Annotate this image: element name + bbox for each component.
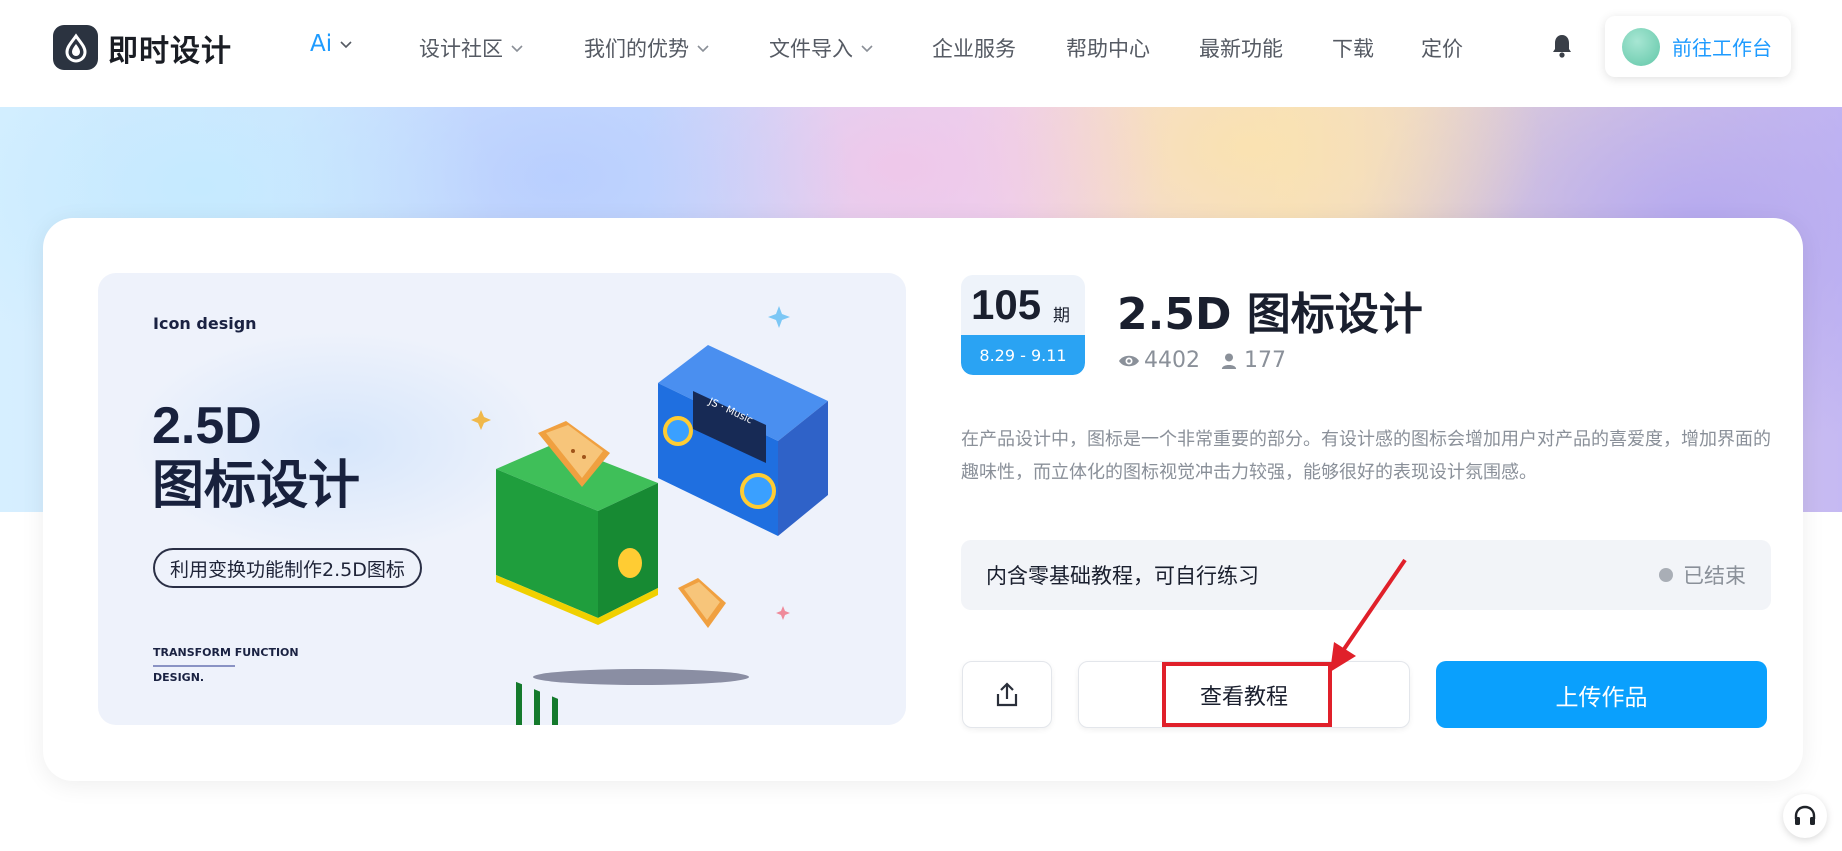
nav-item-label: 文件导入 [769,37,853,61]
nav-item-advantages[interactable]: 我们的优势 [584,33,709,63]
issue-number: 105 [971,281,1042,328]
cover-kicker: Icon design [153,314,257,333]
issue-badge: 105 期 8.29 - 9.11 [961,275,1085,375]
cover-footer-line2: DESIGN. [153,671,205,684]
view-tutorial-button[interactable]: 查看教程 [1078,661,1410,728]
nav-item-label: 最新功能 [1199,37,1283,61]
nav-item-enterprise[interactable]: 企业服务 [932,33,1016,63]
nav-item-label: 设计社区 [419,37,503,61]
event-dates: 8.29 - 9.11 [961,335,1085,375]
event-description: 在产品设计中，图标是一个非常重要的部分。有设计感的图标会增加用户对产品的喜爱度，… [961,429,1771,483]
nav-item-label: 我们的优势 [584,37,689,61]
avatar [1622,27,1660,66]
nav-item-label: 定价 [1421,37,1463,61]
nav-item-label: 企业服务 [932,37,1016,61]
chevron-down-icon [697,45,709,53]
nav-item-community[interactable]: 设计社区 [419,33,523,63]
views-count: 4402 [1144,348,1200,373]
nav-item-ai[interactable]: Ai [310,31,352,57]
cover-subtitle-pill: 利用变换功能制作2.5D图标 [153,548,422,588]
headphones-icon [1794,805,1816,825]
nav-item-help[interactable]: 帮助中心 [1066,33,1150,63]
event-stats: 4402 177 [1118,348,1286,373]
nav-item-label: Ai [310,31,333,57]
event-card: JS · Music Icon design 2.5D 图标设计 利用变换功能制… [43,218,1803,781]
bell-icon[interactable] [1550,33,1574,59]
nav-item-new-features[interactable]: 最新功能 [1199,33,1283,63]
upload-work-button[interactable]: 上传作品 [1436,661,1767,728]
status-dot-icon [1659,568,1673,582]
eye-icon [1119,355,1139,366]
nav-item-file-import[interactable]: 文件导入 [769,33,873,63]
cover-title-line1: 2.5D [152,397,262,455]
share-icon [996,681,1018,706]
cover-title-line2: 图标设计 [152,456,361,516]
nav-item-label: 下载 [1332,37,1374,61]
event-info-bar: 内含零基础教程，可自行练习 已结束 [961,540,1771,610]
info-text: 内含零基础教程，可自行练习 [986,564,1259,588]
user-icon [1221,352,1237,369]
chevron-down-icon [511,45,523,53]
workbench-label: 前往工作台 [1672,36,1772,60]
cover-footer-line1: TRANSFORM FUNCTION [153,646,299,659]
nav-item-download[interactable]: 下载 [1332,33,1374,63]
event-title: 2.5D 图标设计 [1117,289,1423,340]
view-tutorial-label: 查看教程 [1199,684,1288,710]
nav-item-label: 帮助中心 [1066,37,1150,61]
chevron-down-icon [861,45,873,53]
chevron-down-icon [340,41,352,49]
share-button[interactable] [962,661,1052,728]
event-cover-image[interactable]: JS · Music Icon design 2.5D 图标设计 利用变换功能制… [98,273,906,725]
cover-footer-divider [153,665,235,667]
status-text: 已结束 [1683,564,1746,588]
issue-unit: 期 [1053,306,1070,326]
customer-support-button[interactable] [1783,794,1827,838]
goto-workbench-button[interactable]: 前往工作台 [1605,16,1791,77]
nav-item-pricing[interactable]: 定价 [1421,33,1463,63]
top-navbar: 即时设计 Ai 设计社区 我们的优势 文件导入 企业服务 帮助中心 最新功能 下… [0,0,1842,107]
status-badge: 已结束 [1659,560,1746,590]
participants-count: 177 [1244,348,1286,373]
upload-work-label: 上传作品 [1555,684,1648,711]
